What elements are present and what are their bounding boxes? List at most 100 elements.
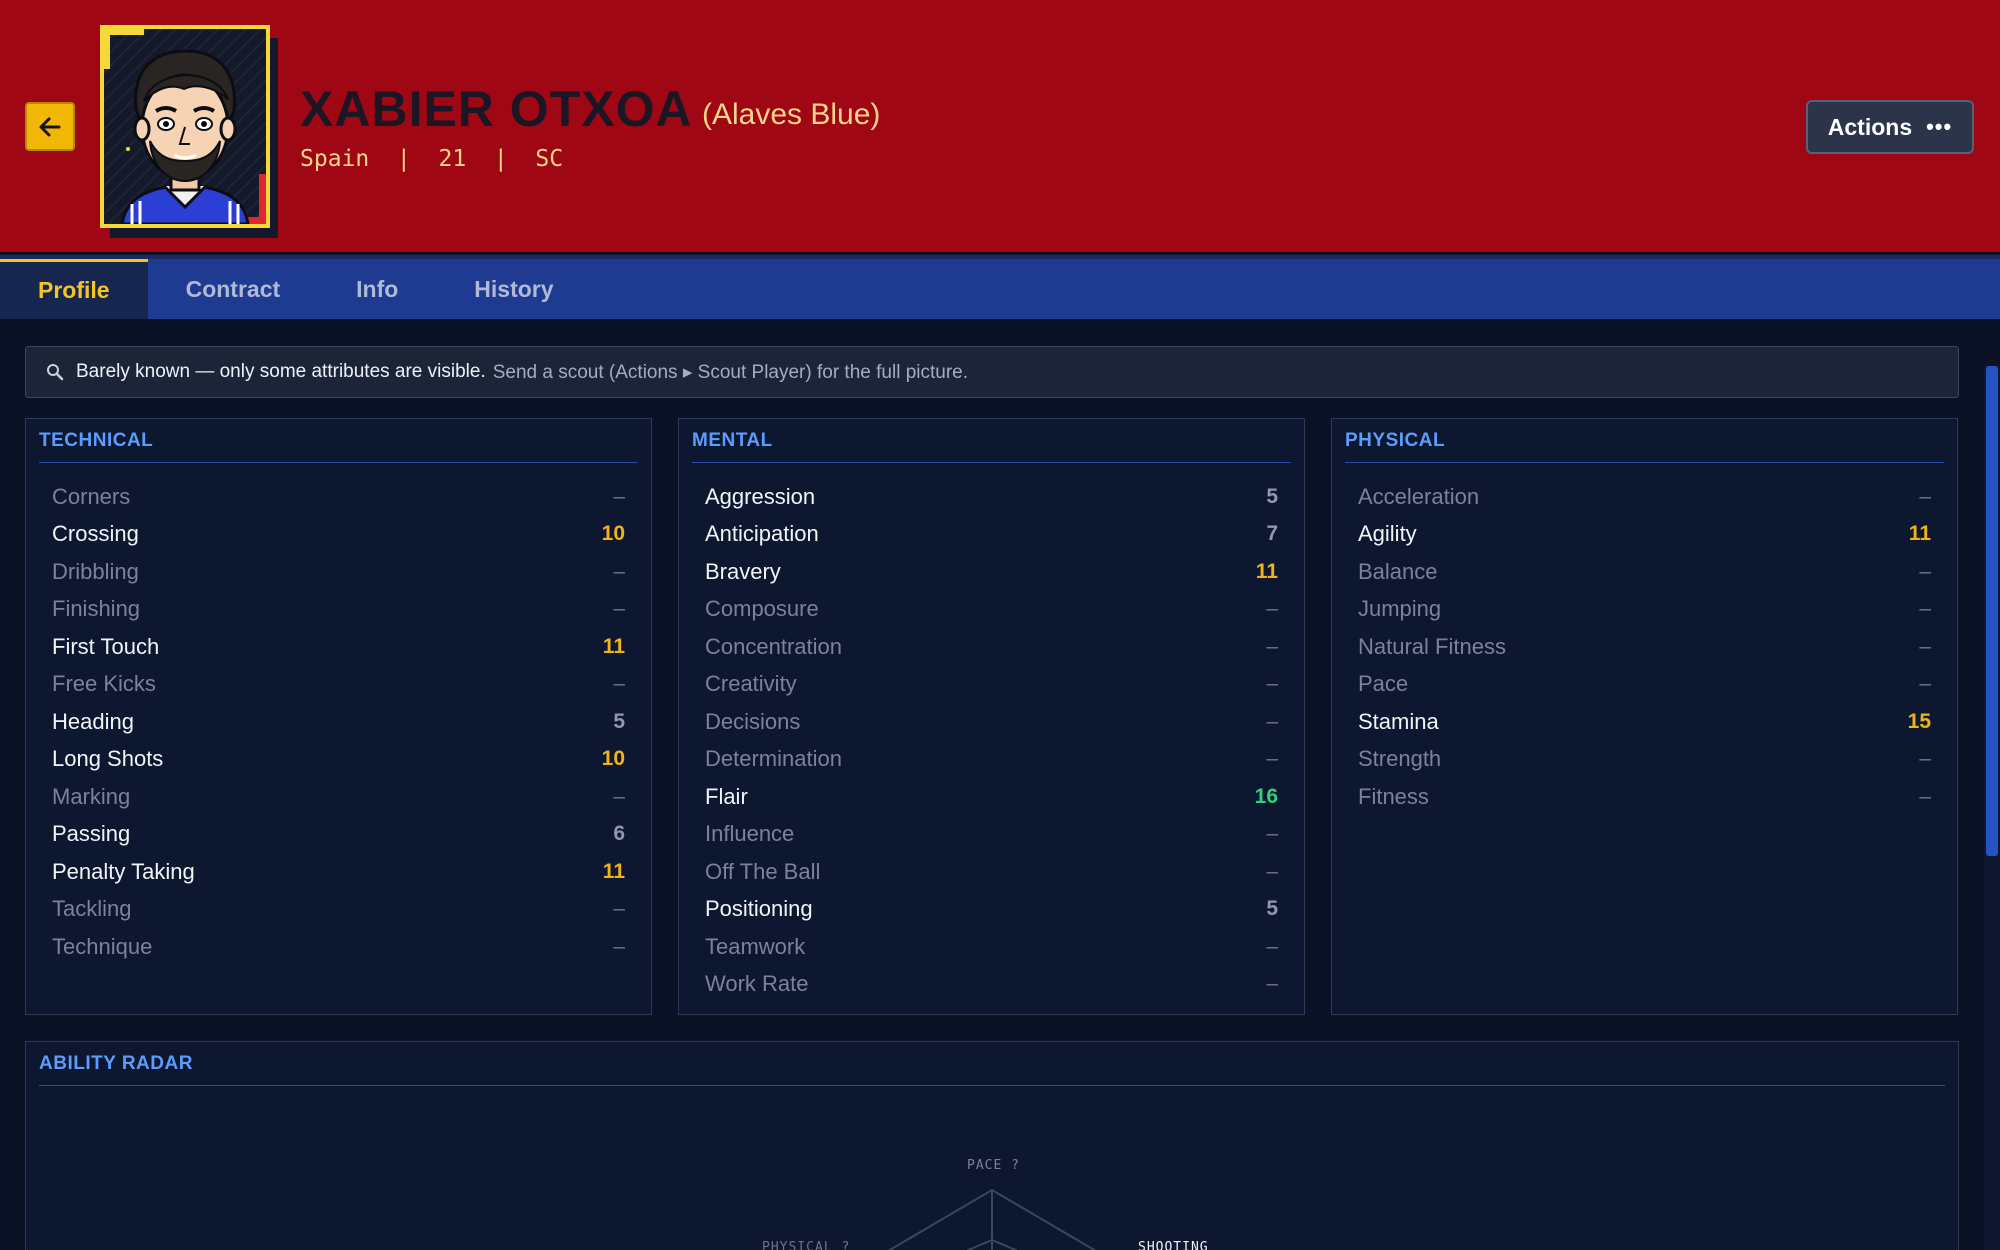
tab-bar: Profile Contract Info History (0, 255, 2000, 319)
attribute-value: – (1919, 484, 1931, 508)
attribute-row: Corners – (52, 478, 625, 516)
attribute-row: Heading 5 (52, 703, 625, 741)
attribute-name: Free Kicks (52, 671, 156, 697)
panel-title-mental: MENTAL (692, 431, 1291, 463)
tab-profile[interactable]: Profile (0, 259, 148, 319)
ability-radar-panel: ABILITY RADAR PACE ? PHYSICAL ? SHOOTING (25, 1041, 1959, 1250)
attribute-value: 5 (1266, 897, 1278, 921)
attribute-name: Technique (52, 933, 153, 959)
attribute-name: Aggression (705, 483, 816, 509)
attribute-value: – (613, 672, 625, 696)
attribute-value: 11 (602, 859, 625, 883)
back-button[interactable] (25, 102, 75, 151)
player-club: (Alaves Blue) (702, 98, 881, 131)
attribute-value: – (613, 484, 625, 508)
attribute-value: 5 (613, 709, 625, 733)
tab-info[interactable]: Info (318, 259, 436, 319)
attribute-value: – (1919, 634, 1931, 658)
attribute-value: – (1266, 934, 1278, 958)
attribute-name: First Touch (52, 633, 160, 659)
attribute-row: Stamina 15 (1358, 703, 1931, 741)
attribute-row: Bravery 11 (705, 553, 1278, 591)
mental-attribute-list: Aggression 5 Anticipation 7 Bravery 11 Composu… (705, 478, 1278, 1003)
tab-history[interactable]: History (436, 259, 591, 319)
attribute-name: Passing (52, 821, 131, 847)
attribute-value: – (1919, 672, 1931, 696)
attribute-value: 11 (1255, 559, 1278, 583)
tab-contract[interactable]: Contract (148, 259, 319, 319)
player-name: XABIER OTXOA (300, 81, 693, 137)
arrow-left-icon (39, 117, 61, 136)
attribute-name: Balance (1358, 558, 1438, 584)
attribute-row: Fitness – (1358, 778, 1931, 816)
attribute-value: – (613, 559, 625, 583)
attribute-value: 7 (1266, 522, 1278, 546)
attribute-row: Aggression 5 (705, 478, 1278, 516)
attribute-value: – (1919, 784, 1931, 808)
player-header: XABIER OTXOA (Alaves Blue) Spain | 21 | … (0, 0, 2000, 252)
attribute-value: – (1266, 672, 1278, 696)
attribute-name: Pace (1358, 671, 1409, 697)
attribute-value: – (1919, 747, 1931, 771)
attribute-name: Heading (52, 708, 134, 734)
attribute-name: Anticipation (705, 521, 819, 547)
attribute-value: 10 (601, 522, 625, 546)
attribute-row: Teamwork – (705, 928, 1278, 966)
attribute-row: Long Shots 10 (52, 741, 625, 779)
attribute-row: Passing 6 (52, 816, 625, 854)
attribute-row: Flair 16 (705, 778, 1278, 816)
attribute-value: – (1266, 634, 1278, 658)
attribute-row: Pace – (1358, 666, 1931, 704)
attribute-name: Fitness (1358, 783, 1429, 809)
attribute-value: – (1919, 559, 1931, 583)
attribute-name: Acceleration (1358, 483, 1480, 509)
attribute-name: Dribbling (52, 558, 139, 584)
player-meta: Spain | 21 | SC (300, 146, 564, 172)
attribute-row: Free Kicks – (52, 666, 625, 704)
more-dots-icon: ••• (1926, 114, 1953, 139)
attribute-row: Off The Ball – (705, 853, 1278, 891)
attribute-name: Finishing (52, 596, 141, 622)
attribute-value: 16 (1254, 784, 1278, 808)
attribute-value: – (1266, 972, 1278, 996)
attribute-value: 10 (601, 747, 625, 771)
notice-strong-text: Barely known — only some attributes are … (76, 361, 486, 382)
radar-chart (887, 1188, 1097, 1250)
mental-panel: MENTAL Aggression 5 Anticipation 7 Bravery 11… (678, 418, 1305, 1015)
attribute-name: Bravery (705, 558, 781, 584)
attribute-row: Crossing 10 (52, 516, 625, 554)
panel-title-technical: TECHNICAL (39, 431, 638, 463)
attribute-row: Creativity – (705, 666, 1278, 704)
attribute-name: Strength (1358, 746, 1442, 772)
attribute-name: Positioning (705, 896, 813, 922)
attribute-value: 5 (1266, 484, 1278, 508)
notice-hint-text: Send a scout (Actions ▸ Scout Player) fo… (492, 361, 968, 383)
attribute-name: Long Shots (52, 746, 164, 772)
scrollbar[interactable] (1984, 366, 2000, 1250)
attribute-value: – (1919, 597, 1931, 621)
attribute-row: Influence – (705, 816, 1278, 854)
player-avatar (100, 25, 270, 228)
attribute-name: Crossing (52, 521, 139, 547)
attribute-row: Positioning 5 (705, 891, 1278, 929)
scouting-notice: Barely known — only some attributes are … (25, 346, 1959, 398)
attribute-row: Jumping – (1358, 591, 1931, 629)
scrollbar-thumb[interactable] (1986, 366, 1998, 856)
attribute-name: Natural Fitness (1358, 633, 1506, 659)
attribute-value: – (1266, 747, 1278, 771)
attribute-row: Dribbling – (52, 553, 625, 591)
actions-button[interactable]: Actions ••• (1806, 100, 1974, 154)
attribute-value: 6 (613, 822, 625, 846)
attribute-name: Corners (52, 483, 131, 509)
attribute-value: 15 (1907, 709, 1931, 733)
attribute-value: 11 (1908, 522, 1931, 546)
attribute-name: Stamina (1358, 708, 1439, 734)
attribute-row: Composure – (705, 591, 1278, 629)
attribute-name: Composure (705, 596, 819, 622)
attribute-name: Tackling (52, 896, 132, 922)
attribute-value: – (613, 934, 625, 958)
attribute-row: Balance – (1358, 553, 1931, 591)
attribute-name: Teamwork (705, 933, 806, 959)
attribute-row: First Touch 11 (52, 628, 625, 666)
attribute-value: – (1266, 597, 1278, 621)
